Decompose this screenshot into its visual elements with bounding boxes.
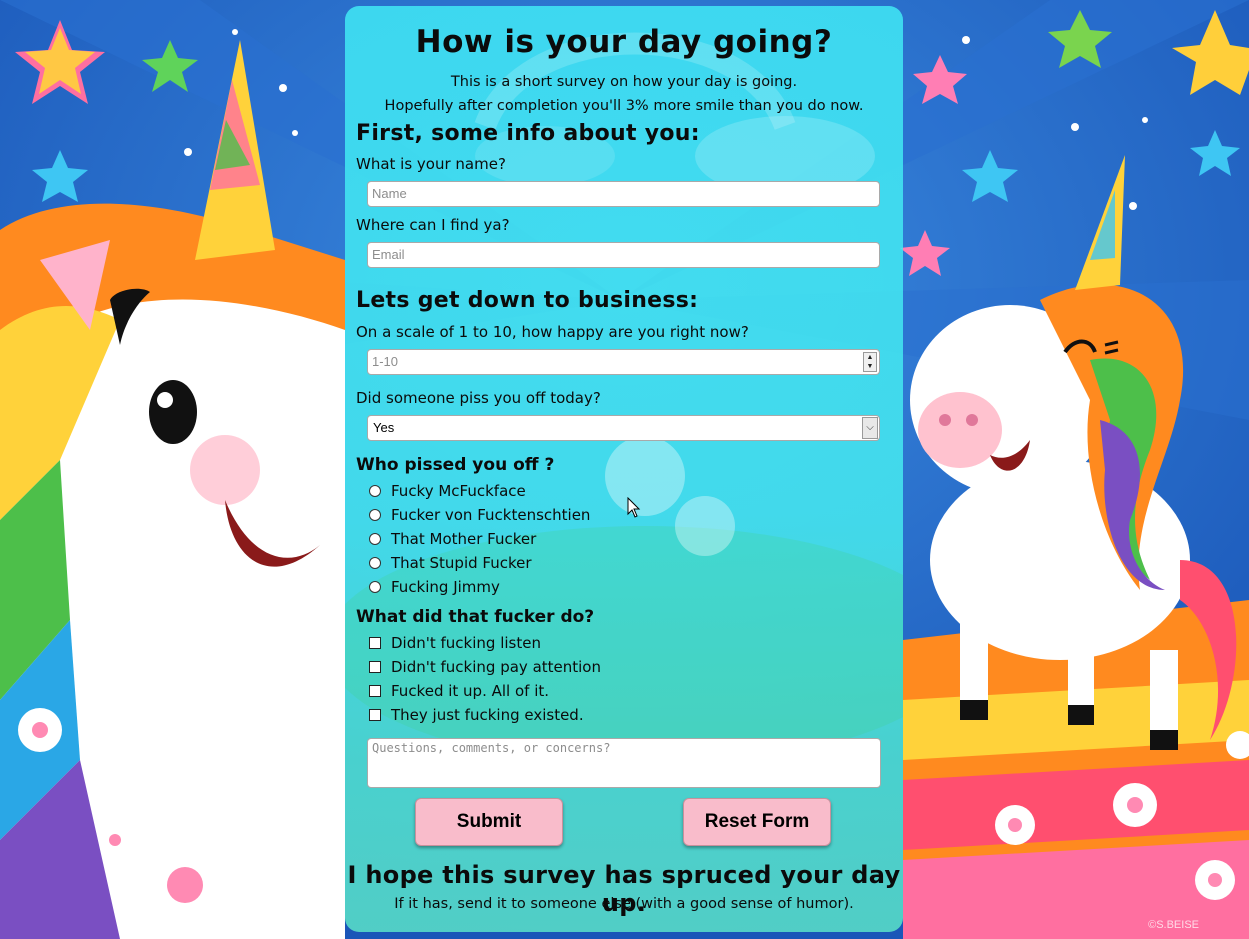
artist-credit: ©S.BEISE bbox=[1148, 919, 1199, 931]
submit-button[interactable]: Submit bbox=[415, 798, 563, 846]
name-question: What is your name? bbox=[356, 155, 506, 173]
happy-question: On a scale of 1 to 10, how happy are you… bbox=[356, 323, 749, 341]
who-option-label: Fucking Jimmy bbox=[391, 578, 500, 596]
happiness-placeholder: 1-10 bbox=[372, 354, 399, 369]
comments-textarea[interactable]: Questions, comments, or concerns? bbox=[367, 738, 881, 788]
piss-question: Did someone piss you off today? bbox=[356, 389, 601, 407]
name-placeholder: Name bbox=[372, 186, 407, 201]
what-option[interactable]: Fucked it up. All of it. bbox=[369, 680, 549, 702]
email-question: Where can I find ya? bbox=[356, 216, 510, 234]
checkbox[interactable] bbox=[369, 637, 381, 649]
who-option-label: Fucker von Fucktenschtien bbox=[391, 506, 591, 524]
email-placeholder: Email bbox=[372, 247, 405, 262]
who-question: Who pissed you off ? bbox=[356, 455, 555, 475]
name-input[interactable]: Name bbox=[367, 181, 880, 207]
checkbox[interactable] bbox=[369, 661, 381, 673]
who-option[interactable]: That Mother Fucker bbox=[369, 528, 536, 550]
comments-placeholder: Questions, comments, or concerns? bbox=[372, 741, 611, 755]
mouse-cursor-icon bbox=[627, 497, 641, 518]
what-option[interactable]: They just fucking existed. bbox=[369, 704, 584, 726]
what-option[interactable]: Didn't fucking listen bbox=[369, 632, 541, 654]
radio-button[interactable] bbox=[369, 485, 381, 497]
intro-text-1: This is a short survey on how your day i… bbox=[450, 74, 798, 90]
radio-button[interactable] bbox=[369, 557, 381, 569]
chevron-down-icon[interactable]: ⌵ bbox=[862, 417, 878, 439]
intro-text-2: Hopefully after completion you'll 3% mor… bbox=[384, 98, 864, 114]
who-option[interactable]: Fucker von Fucktenschtien bbox=[369, 504, 590, 526]
section-heading-about: First, some info about you: bbox=[356, 121, 700, 146]
radio-button[interactable] bbox=[369, 581, 381, 593]
who-option-label: That Stupid Fucker bbox=[391, 554, 532, 572]
radio-button[interactable] bbox=[369, 533, 381, 545]
what-option[interactable]: Didn't fucking pay attention bbox=[369, 656, 601, 678]
what-option-label: They just fucking existed. bbox=[391, 706, 584, 724]
what-option-label: Didn't fucking pay attention bbox=[391, 658, 601, 676]
survey-panel: How is your day going? This is a short s… bbox=[345, 6, 903, 932]
closing-subtitle: If it has, send it to someone else (with… bbox=[394, 896, 854, 912]
who-option[interactable]: Fucky McFuckface bbox=[369, 480, 526, 502]
email-input[interactable]: Email bbox=[367, 242, 880, 268]
reset-form-button[interactable]: Reset Form bbox=[683, 798, 831, 846]
who-option[interactable]: That Stupid Fucker bbox=[369, 552, 532, 574]
pissed-off-selected-value: Yes bbox=[373, 420, 395, 435]
checkbox[interactable] bbox=[369, 685, 381, 697]
checkbox[interactable] bbox=[369, 709, 381, 721]
happiness-number-input[interactable]: 1-10 ▲ ▼ bbox=[367, 349, 880, 375]
pissed-off-select[interactable]: Yes ⌵ bbox=[367, 415, 880, 441]
spinner-arrows-icon[interactable]: ▲ ▼ bbox=[863, 352, 877, 372]
who-option-label: That Mother Fucker bbox=[391, 530, 537, 548]
what-question: What did that fucker do? bbox=[356, 607, 595, 627]
what-option-label: Didn't fucking listen bbox=[391, 634, 541, 652]
page-title: How is your day going? bbox=[415, 24, 833, 60]
who-option[interactable]: Fucking Jimmy bbox=[369, 576, 500, 598]
radio-button[interactable] bbox=[369, 509, 381, 521]
section-heading-business: Lets get down to business: bbox=[356, 288, 699, 313]
who-option-label: Fucky McFuckface bbox=[391, 482, 526, 500]
what-option-label: Fucked it up. All of it. bbox=[391, 682, 550, 700]
